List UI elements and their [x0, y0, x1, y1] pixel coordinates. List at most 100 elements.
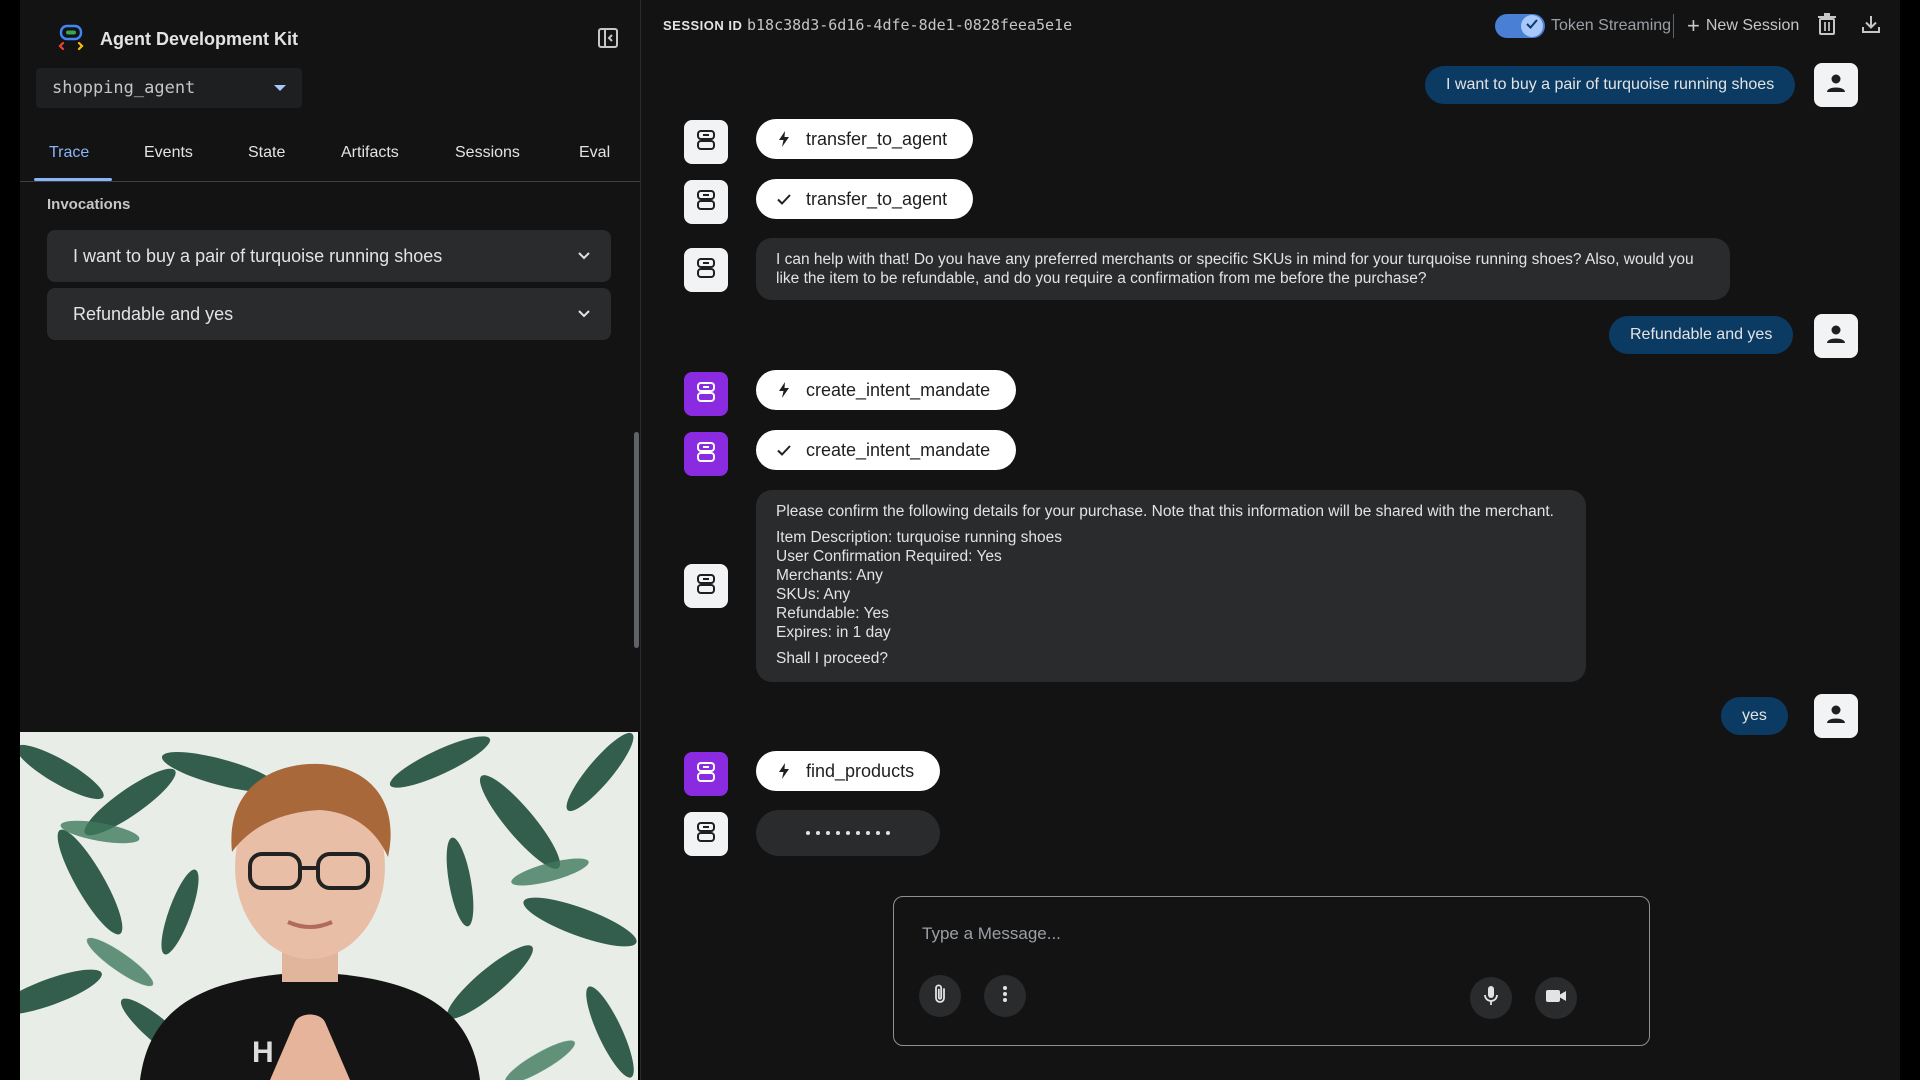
active-tab-indicator	[34, 178, 112, 181]
tab-events[interactable]: Events	[144, 144, 193, 162]
message-composer	[893, 896, 1650, 1046]
typing-dot	[846, 831, 850, 835]
new-session-button[interactable]: + New Session	[1687, 14, 1799, 38]
function-call-chip[interactable]: find_products	[756, 751, 941, 791]
invocation-label: Refundable and yes	[73, 303, 234, 324]
bolt-icon	[776, 131, 792, 147]
chevron-down-icon	[575, 305, 593, 323]
user-avatar	[1814, 314, 1858, 358]
bot-icon	[695, 441, 717, 468]
more-options-button[interactable]	[984, 975, 1026, 1017]
toggle-knob	[1521, 15, 1543, 37]
user-icon	[1825, 703, 1847, 730]
message-input[interactable]	[922, 919, 1602, 949]
bot-icon	[695, 573, 717, 600]
delete-session-button[interactable]	[1815, 12, 1839, 40]
confirmation-question: Shall I proceed?	[776, 650, 889, 667]
bot-avatar	[684, 248, 728, 292]
user-icon	[1825, 72, 1847, 99]
bot-icon	[695, 129, 717, 156]
tab-state[interactable]: State	[248, 144, 285, 162]
invocations-heading: Invocations	[47, 196, 131, 213]
side-panel-icon	[597, 27, 619, 54]
attach-button[interactable]	[919, 975, 961, 1017]
more-vert-icon	[1002, 984, 1008, 1009]
token-streaming-toggle[interactable]	[1495, 14, 1545, 38]
chat-panel: SESSION ID b18c38d3-6d16-4dfe-8de1-0828f…	[640, 0, 1900, 1080]
tab-trace[interactable]: Trace	[49, 144, 89, 162]
session-header: SESSION ID b18c38d3-6d16-4dfe-8de1-0828f…	[641, 0, 1901, 52]
token-streaming-label: Token Streaming	[1551, 17, 1672, 34]
user-avatar	[1814, 694, 1858, 738]
microphone-button[interactable]	[1470, 977, 1512, 1019]
confirmation-detail: User Confirmation Required: Yes	[776, 548, 1002, 565]
agent-avatar	[684, 432, 728, 476]
tab-artifacts[interactable]: Artifacts	[341, 144, 399, 162]
function-name: create_intent_mandate	[806, 379, 991, 400]
bot-icon	[695, 821, 717, 848]
confirmation-message: Please confirm the following details for…	[756, 490, 1586, 682]
right-margin	[1900, 0, 1920, 1080]
function-call-chip[interactable]: create_intent_mandate	[756, 370, 1017, 410]
session-id-value: b18c38d3-6d16-4dfe-8de1-0828feea5e1e	[747, 16, 1073, 34]
typing-dot	[806, 831, 810, 835]
typing-dot	[856, 831, 860, 835]
bot-message: I can help with that! Do you have any pr…	[756, 238, 1730, 300]
tab-eval[interactable]: Eval	[579, 144, 610, 162]
session-id-label: SESSION ID	[663, 18, 743, 33]
typing-dot	[886, 831, 890, 835]
bot-icon	[695, 761, 717, 788]
sidebar: Agent Development Kit shopping_agent Tra…	[20, 0, 640, 732]
video-button[interactable]	[1535, 977, 1577, 1019]
typing-indicator	[756, 810, 940, 856]
function-call-chip[interactable]: transfer_to_agent	[756, 119, 974, 159]
chevron-down-icon	[575, 247, 593, 265]
function-result-chip[interactable]: transfer_to_agent	[756, 179, 974, 219]
typing-dot	[826, 831, 830, 835]
mic-icon	[1483, 985, 1499, 1012]
function-name: transfer_to_agent	[806, 128, 948, 149]
user-message: I want to buy a pair of turquoise runnin…	[1425, 66, 1796, 104]
user-message-text: I want to buy a pair of turquoise runnin…	[1446, 76, 1775, 93]
invocation-item[interactable]: I want to buy a pair of turquoise runnin…	[47, 230, 611, 282]
header-divider	[1673, 14, 1674, 38]
check-icon	[776, 191, 792, 207]
brand: Agent Development Kit	[56, 24, 298, 54]
trash-icon	[1817, 12, 1837, 40]
videocam-icon	[1545, 988, 1567, 1009]
dropdown-caret-icon	[274, 85, 286, 91]
screen: Agent Development Kit shopping_agent Tra…	[0, 0, 1920, 1080]
function-result-chip[interactable]: create_intent_mandate	[756, 430, 1017, 470]
check-icon	[1525, 17, 1539, 36]
confirmation-detail: SKUs: Any	[776, 586, 851, 603]
typing-dot	[866, 831, 870, 835]
function-name: find_products	[806, 760, 915, 781]
typing-dot	[836, 831, 840, 835]
bot-message-text: I can help with that! Do you have any pr…	[776, 251, 1694, 287]
bolt-icon	[776, 763, 792, 779]
collapse-sidebar-button[interactable]	[596, 27, 620, 54]
user-message: Refundable and yes	[1609, 316, 1794, 354]
sidebar-scrollbar[interactable]	[634, 432, 639, 648]
sidebar-tabs: Trace Events State Artifacts Sessions Ev…	[20, 132, 640, 182]
user-message: yes	[1721, 697, 1788, 735]
agent-select[interactable]: shopping_agent	[36, 68, 302, 108]
user-icon	[1825, 323, 1847, 350]
tab-sessions[interactable]: Sessions	[455, 144, 520, 162]
download-icon	[1861, 14, 1881, 39]
invocation-label: I want to buy a pair of turquoise runnin…	[73, 245, 443, 266]
confirmation-detail: Merchants: Any	[776, 567, 883, 584]
download-button[interactable]	[1859, 14, 1883, 38]
agent-avatar	[684, 752, 728, 796]
invocation-item[interactable]: Refundable and yes	[47, 288, 611, 340]
typing-dot	[816, 831, 820, 835]
plus-icon: +	[1687, 13, 1700, 38]
typing-dot	[876, 831, 880, 835]
svg-text:H: H	[252, 1036, 274, 1069]
confirmation-detail: Refundable: Yes	[776, 605, 889, 622]
webcam-overlay: H	[20, 732, 638, 1080]
bot-avatar	[684, 564, 728, 608]
attach-icon	[932, 983, 948, 1010]
bot-icon	[695, 257, 717, 284]
user-message-text: yes	[1742, 707, 1767, 724]
